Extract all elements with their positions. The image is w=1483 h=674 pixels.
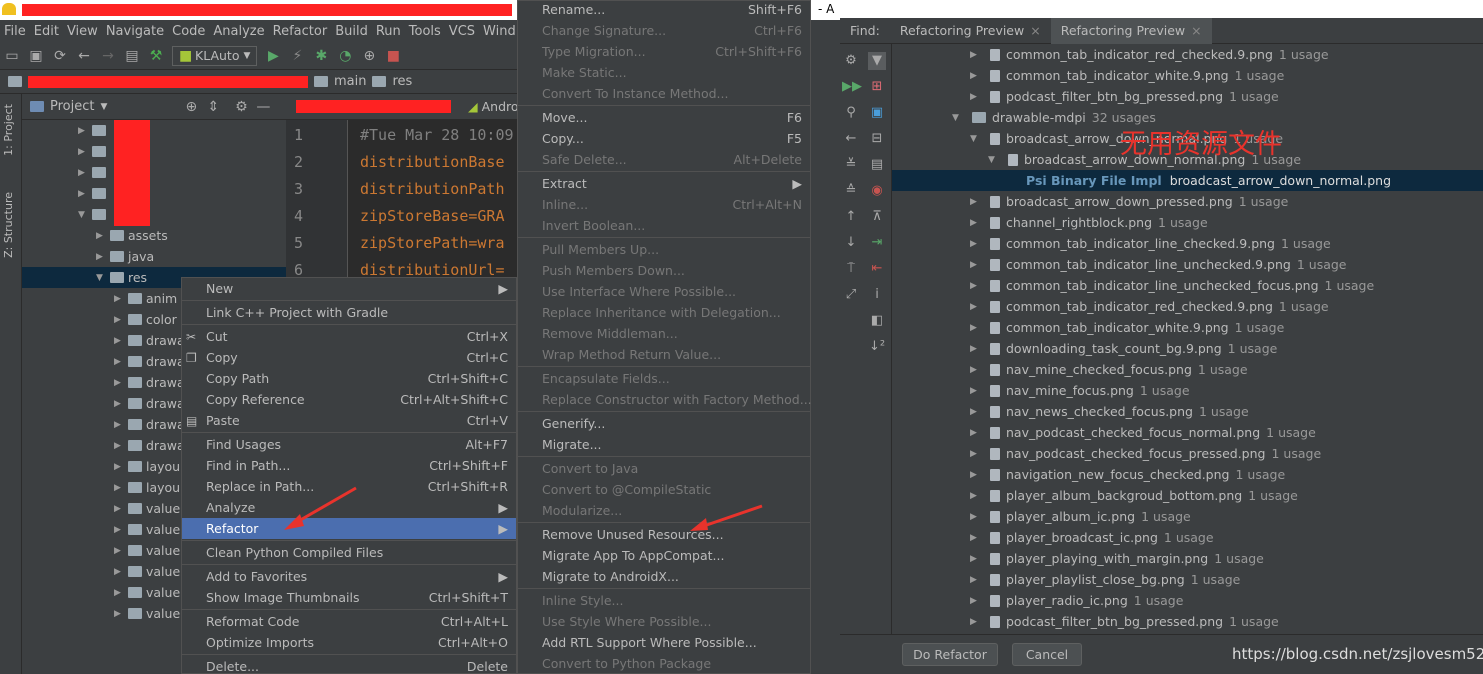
arrowhead xyxy=(284,514,304,530)
arrowhead xyxy=(690,518,708,531)
arrow-to-remove-unused xyxy=(697,504,763,530)
annotation-arrows xyxy=(284,486,763,531)
